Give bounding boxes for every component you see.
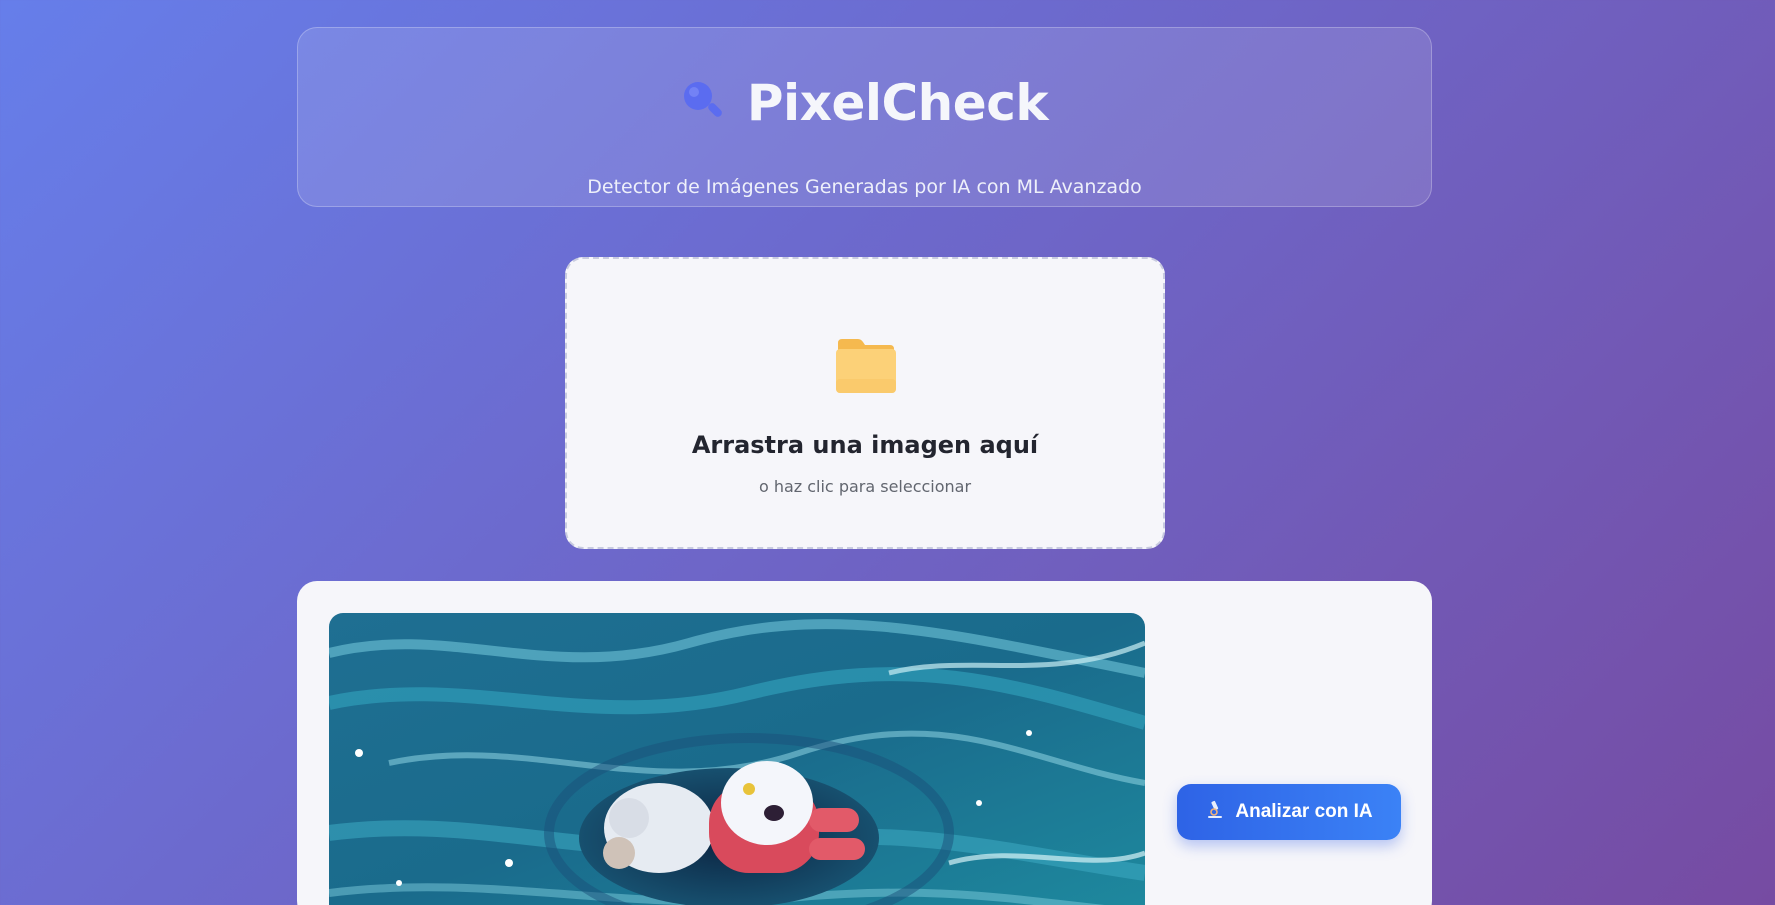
preview-card: Analizar con IA bbox=[297, 581, 1432, 905]
upload-hint: o haz clic para seleccionar bbox=[758, 477, 972, 496]
app-title: PixelCheck bbox=[746, 74, 1049, 132]
app-subtitle: Detector de Imágenes Generadas por IA co… bbox=[587, 176, 1142, 198]
app-header: PixelCheck Detector de Imágenes Generada… bbox=[297, 27, 1432, 207]
upload-title: Arrastra una imagen aquí bbox=[691, 431, 1039, 459]
title-row: PixelCheck bbox=[298, 74, 1431, 132]
upload-dropzone[interactable]: Arrastra una imagen aquí o haz clic para… bbox=[565, 257, 1165, 549]
microscope-icon bbox=[1205, 799, 1225, 825]
image-preview bbox=[329, 613, 1145, 905]
analyze-button[interactable]: Analizar con IA bbox=[1177, 784, 1401, 840]
analyze-button-label: Analizar con IA bbox=[1235, 801, 1373, 822]
folder-icon bbox=[836, 339, 896, 393]
magnifier-icon bbox=[681, 79, 725, 127]
